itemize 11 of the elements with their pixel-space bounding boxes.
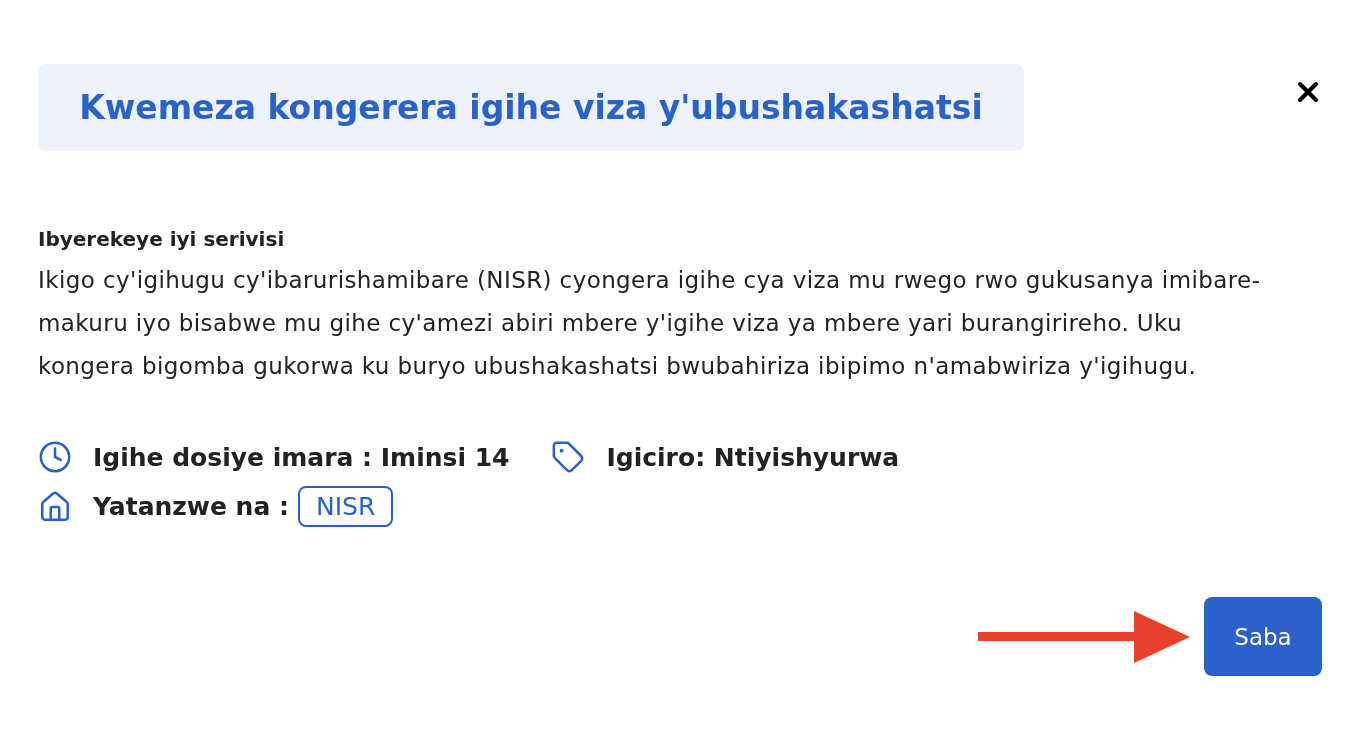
request-button[interactable]: Saba xyxy=(1204,597,1322,676)
tag-icon xyxy=(551,440,586,474)
provider-tag: NISR xyxy=(298,486,394,527)
dialog-title: Kwemeza kongerera igihe viza y'ubushakashatsi xyxy=(38,64,1024,151)
house-icon xyxy=(38,489,72,524)
service-description: Ikigo cy'igihugu cy'ibarurishamibare (NISR) cyongera igihe cya viza mu rwego rwo gukusanya imibare-makuru iyo bisabwe mu gihe cy'amezi abiri mbere y'igihe viza ya mbere yari burangirireho. Uku kongera bigomba gukorwa ku buryo ubushakashatsi bwubahiriza ibipimo n'amabwiriza y'igihugu. xyxy=(38,266,1262,381)
detail-label: Igiciro: Ntiyishyurwa xyxy=(606,442,900,472)
clock-icon xyxy=(38,440,72,474)
detail-label: Yatanzwe na : xyxy=(93,492,289,521)
detail-label: Igihe dosiye imara : Iminsi 14 xyxy=(93,442,510,472)
section-heading: Ibyerekeye iyi serivisi xyxy=(38,226,285,253)
